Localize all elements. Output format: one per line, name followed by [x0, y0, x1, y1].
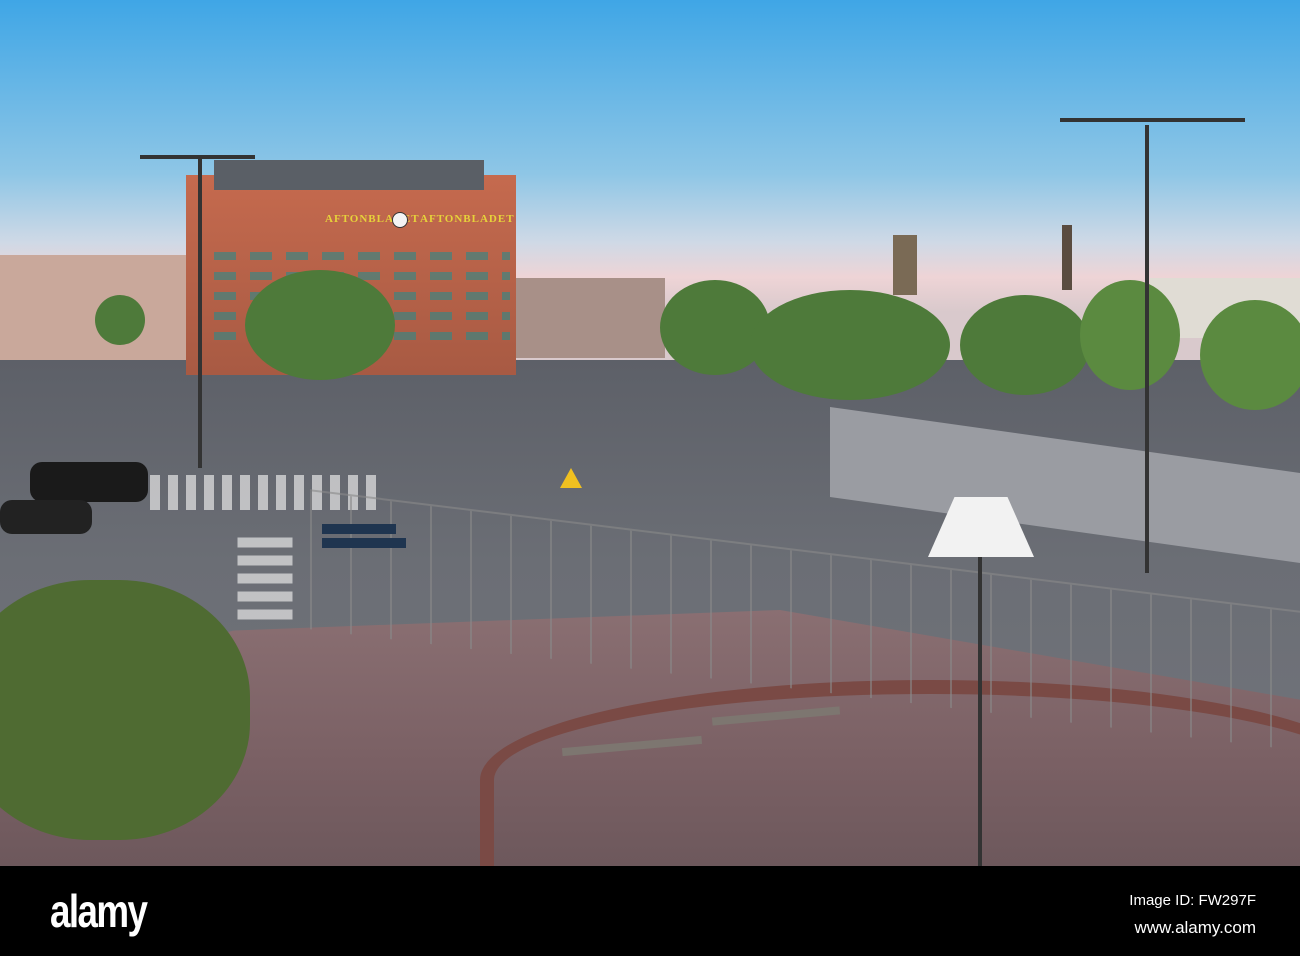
building-top — [214, 160, 484, 190]
tree — [1200, 300, 1300, 410]
left-buildings — [0, 255, 190, 365]
direction-sign — [322, 524, 396, 534]
clock-icon — [392, 212, 408, 228]
distant-buildings — [515, 278, 665, 358]
lamp-arms — [140, 155, 255, 159]
watermark-bar — [0, 866, 1300, 956]
image-id: Image ID: FW297F — [1129, 892, 1256, 909]
watermark-url: www.alamy.com — [1134, 918, 1256, 937]
crosswalk — [237, 537, 293, 628]
alamy-logo: alamy — [50, 885, 148, 937]
direction-sign — [322, 538, 406, 548]
lamp-post — [978, 555, 982, 866]
shrubbery — [0, 580, 250, 840]
photo-scene: AFTONBLADET AFTONBLADET — [0, 0, 1300, 866]
tree — [245, 270, 395, 380]
tree — [960, 295, 1090, 395]
church-tower — [893, 235, 917, 295]
car — [30, 462, 148, 502]
tree — [750, 290, 950, 400]
tree — [1080, 280, 1180, 390]
lamp-arms — [1060, 118, 1245, 122]
building-sign-2: AFTONBLADET — [420, 213, 515, 225]
street-lamp — [1145, 125, 1149, 573]
church-spire — [1062, 225, 1072, 290]
tree — [95, 295, 145, 345]
car — [0, 500, 92, 534]
street-lamp — [198, 158, 202, 468]
